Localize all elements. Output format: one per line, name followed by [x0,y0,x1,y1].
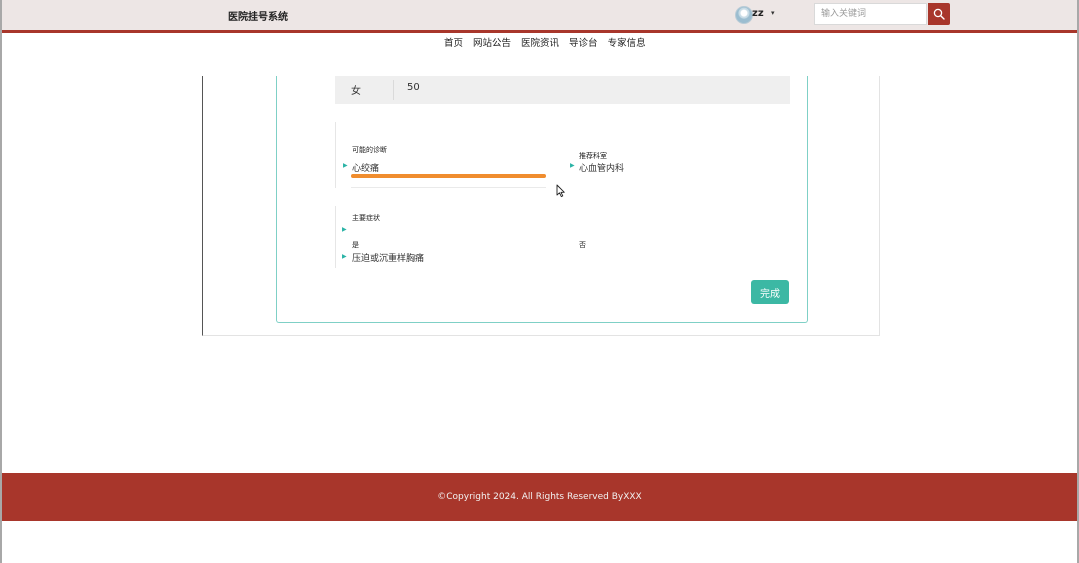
copyright-text: ©Copyright 2024. All Rights Reserved ByX… [437,492,642,502]
symptoms-yes-label: 是 [352,241,359,249]
nav-item-home[interactable]: 首页 [444,35,463,49]
divider [393,80,394,100]
symptoms-yes-value: 压迫或沉重样胸痛 [352,254,425,264]
diagnosis-confidence-bar [351,174,546,178]
department-label: 推荐科室 [579,152,607,160]
diagnosis-panel [276,76,808,323]
nav-item-news[interactable]: 医院资讯 [521,35,559,49]
symptoms-label: 主要症状 [352,214,380,222]
done-button[interactable]: 完成 [751,280,789,304]
patient-info-row: 女 50 [335,76,790,104]
section-rule [335,206,336,268]
footer: ©Copyright 2024. All Rights Reserved ByX… [2,473,1077,521]
user-name[interactable]: zz [752,8,764,19]
triangle-right-icon: ▶ [342,253,347,260]
search-input[interactable] [814,3,927,25]
patient-gender: 女 [351,86,361,97]
search-button[interactable] [928,3,950,25]
avatar[interactable] [735,6,753,24]
divider [351,187,546,188]
nav-item-guide[interactable]: 导诊台 [569,35,598,49]
triangle-right-icon: ▶ [570,162,575,169]
chevron-down-icon[interactable]: ▾ [771,9,775,17]
site-title[interactable]: 医院挂号系统 [228,8,288,23]
search-icon [933,8,945,20]
symptoms-no-label: 否 [579,241,586,249]
top-bar: 医院挂号系统 zz ▾ [2,0,1077,33]
diagnosis-confidence-fill [351,174,546,178]
main-nav: 首页 网站公告 医院资讯 导诊台 专家信息 [444,35,646,49]
patient-age: 50 [407,82,420,93]
nav-item-experts[interactable]: 专家信息 [608,35,646,49]
triangle-right-icon: ▶ [343,162,348,169]
diagnosis-label: 可能的诊断 [352,146,387,154]
triangle-right-icon: ▶ [342,226,347,233]
department-value: 心血管内科 [579,164,625,174]
diagnosis-value: 心绞痛 [352,164,380,174]
nav-item-announcements[interactable]: 网站公告 [473,35,511,49]
section-rule [335,122,336,188]
mouse-cursor-icon [556,184,565,198]
